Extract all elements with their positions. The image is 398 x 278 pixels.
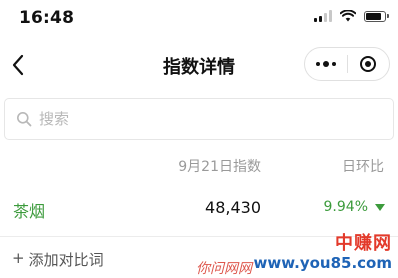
watermark-slogan: 你问网网 (196, 261, 252, 277)
table-header: 9月21日指数 日环比 (0, 154, 398, 176)
close-circle-icon (360, 56, 377, 72)
down-arrow-icon (375, 203, 385, 211)
watermark-site: www.you85.com (253, 254, 392, 272)
watermark-brand: 中赚网 (335, 233, 392, 254)
more-button[interactable] (305, 48, 347, 80)
close-button[interactable] (348, 48, 390, 80)
more-icon (315, 61, 336, 67)
column-header-index: 9月21日指数 (178, 159, 261, 175)
table-row[interactable]: 茶烟 48,430 9.94% (0, 188, 398, 226)
add-compare-label: 添加对比词 (28, 251, 104, 269)
status-bar: 16:48 (0, 0, 398, 36)
search-icon (15, 110, 33, 128)
daily-change-value: 9.94% (323, 199, 368, 215)
plus-icon: + (12, 249, 25, 267)
search-box[interactable] (4, 98, 394, 140)
column-header-change: 日环比 (342, 159, 384, 175)
nav-bar: 指数详情 (0, 36, 398, 94)
search-input[interactable] (39, 110, 359, 128)
watermark: 中赚网 www.you85.com (253, 233, 392, 273)
wifi-icon (340, 10, 356, 22)
status-icons (314, 10, 389, 22)
add-compare-button[interactable]: + 添加对比词 (12, 249, 104, 270)
index-value: 48,430 (205, 198, 261, 217)
cellular-signal-icon (314, 10, 332, 22)
status-time: 16:48 (19, 8, 75, 28)
keyword-name[interactable]: 茶烟 (13, 198, 45, 222)
daily-change: 9.94% (324, 199, 385, 215)
mini-program-capsule (304, 47, 390, 81)
battery-icon (364, 10, 389, 22)
